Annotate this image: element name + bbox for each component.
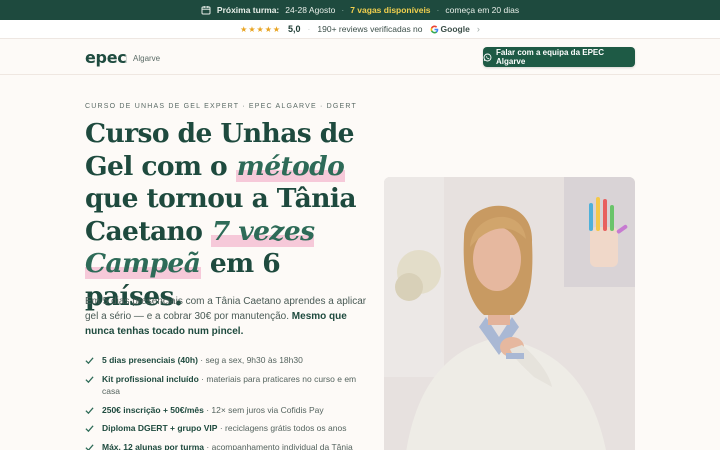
feature-detail: · 12× sem juros via Cofidis Pay bbox=[203, 404, 324, 415]
rating-value: 5,0 bbox=[288, 24, 301, 34]
feature-title: 250€ inscrição + 50€/mês bbox=[102, 404, 204, 415]
feature-title: Kit profissional incluído bbox=[102, 373, 199, 384]
separator-dot: · bbox=[341, 5, 345, 15]
reviews-bar[interactable]: ★★★★★ 5,0 · 190+ reviews verificadas no … bbox=[0, 20, 720, 39]
feature-list: 5 dias presenciais (40h) · seg a sex, 9h… bbox=[85, 354, 375, 450]
feature-item: Kit profissional incluído · materiais pa… bbox=[85, 373, 375, 398]
check-icon bbox=[85, 406, 94, 414]
feature-detail: · reciclagens grátis todos os anos bbox=[217, 423, 347, 433]
separator-dot: · bbox=[436, 5, 440, 15]
starts-in: começa em 20 dias bbox=[445, 5, 520, 15]
next-class-label: Próxima turma: bbox=[216, 5, 280, 15]
logo-location: Algarve bbox=[133, 54, 161, 63]
feature-title: Máx. 12 alunas por turma bbox=[102, 441, 205, 450]
feature-detail: · acompanhamento individual da Tânia bbox=[204, 441, 353, 450]
logo[interactable]: epec bbox=[85, 48, 127, 67]
next-class-dates: 24-28 Agosto bbox=[285, 5, 336, 15]
google-brand: Google bbox=[430, 24, 470, 34]
google-label: Google bbox=[440, 24, 470, 34]
calendar-icon bbox=[201, 6, 211, 15]
check-icon bbox=[85, 375, 94, 383]
rating-stars: ★★★★★ bbox=[240, 24, 282, 34]
feature-title: 5 dias presenciais (40h) bbox=[102, 355, 198, 365]
separator-dot: · bbox=[307, 24, 311, 34]
feature-item: Diploma DGERT + grupo VIP · reciclagens … bbox=[85, 422, 375, 435]
announcement-bar: Próxima turma: 24-28 Agosto · 7 vagas di… bbox=[0, 0, 720, 20]
hero-headline: Curso de Unhas de Gel com o método que t… bbox=[85, 118, 385, 313]
headline-emphasis-method: método bbox=[235, 150, 346, 182]
hero-eyebrow: CURSO DE UNHAS DE GEL EXPERT · EPEC ALGA… bbox=[85, 103, 358, 110]
feature-title: Diploma DGERT + grupo VIP bbox=[102, 423, 218, 433]
chevron-right-icon: › bbox=[476, 24, 480, 34]
contact-team-button[interactable]: Falar com a equipa da EPEC Algarve bbox=[483, 47, 635, 67]
whatsapp-icon bbox=[483, 53, 492, 61]
contact-team-label: Falar com a equipa da EPEC Algarve bbox=[495, 48, 605, 66]
check-icon bbox=[85, 443, 94, 450]
instructor-photo bbox=[384, 177, 635, 450]
feature-item: 5 dias presenciais (40h) · seg a sex, 9h… bbox=[85, 354, 375, 367]
logo-divider bbox=[126, 55, 127, 63]
check-icon bbox=[85, 425, 94, 433]
check-icon bbox=[85, 357, 94, 365]
feature-detail: · seg a sex, 9h30 às 18h30 bbox=[197, 355, 303, 365]
site-header: epec Algarve Falar com a equipa da EPEC … bbox=[0, 39, 720, 75]
google-icon bbox=[430, 25, 438, 33]
spots-available: 7 vagas disponíveis bbox=[350, 5, 431, 15]
feature-item: Máx. 12 alunas por turma · acompanhament… bbox=[85, 441, 375, 450]
feature-item: 250€ inscrição + 50€/mês · 12× sem juros… bbox=[85, 404, 375, 417]
hero-lead: Em 5 dias presenciais com a Tânia Caetan… bbox=[85, 294, 375, 339]
reviews-count-text: 190+ reviews verificadas no bbox=[317, 24, 423, 34]
